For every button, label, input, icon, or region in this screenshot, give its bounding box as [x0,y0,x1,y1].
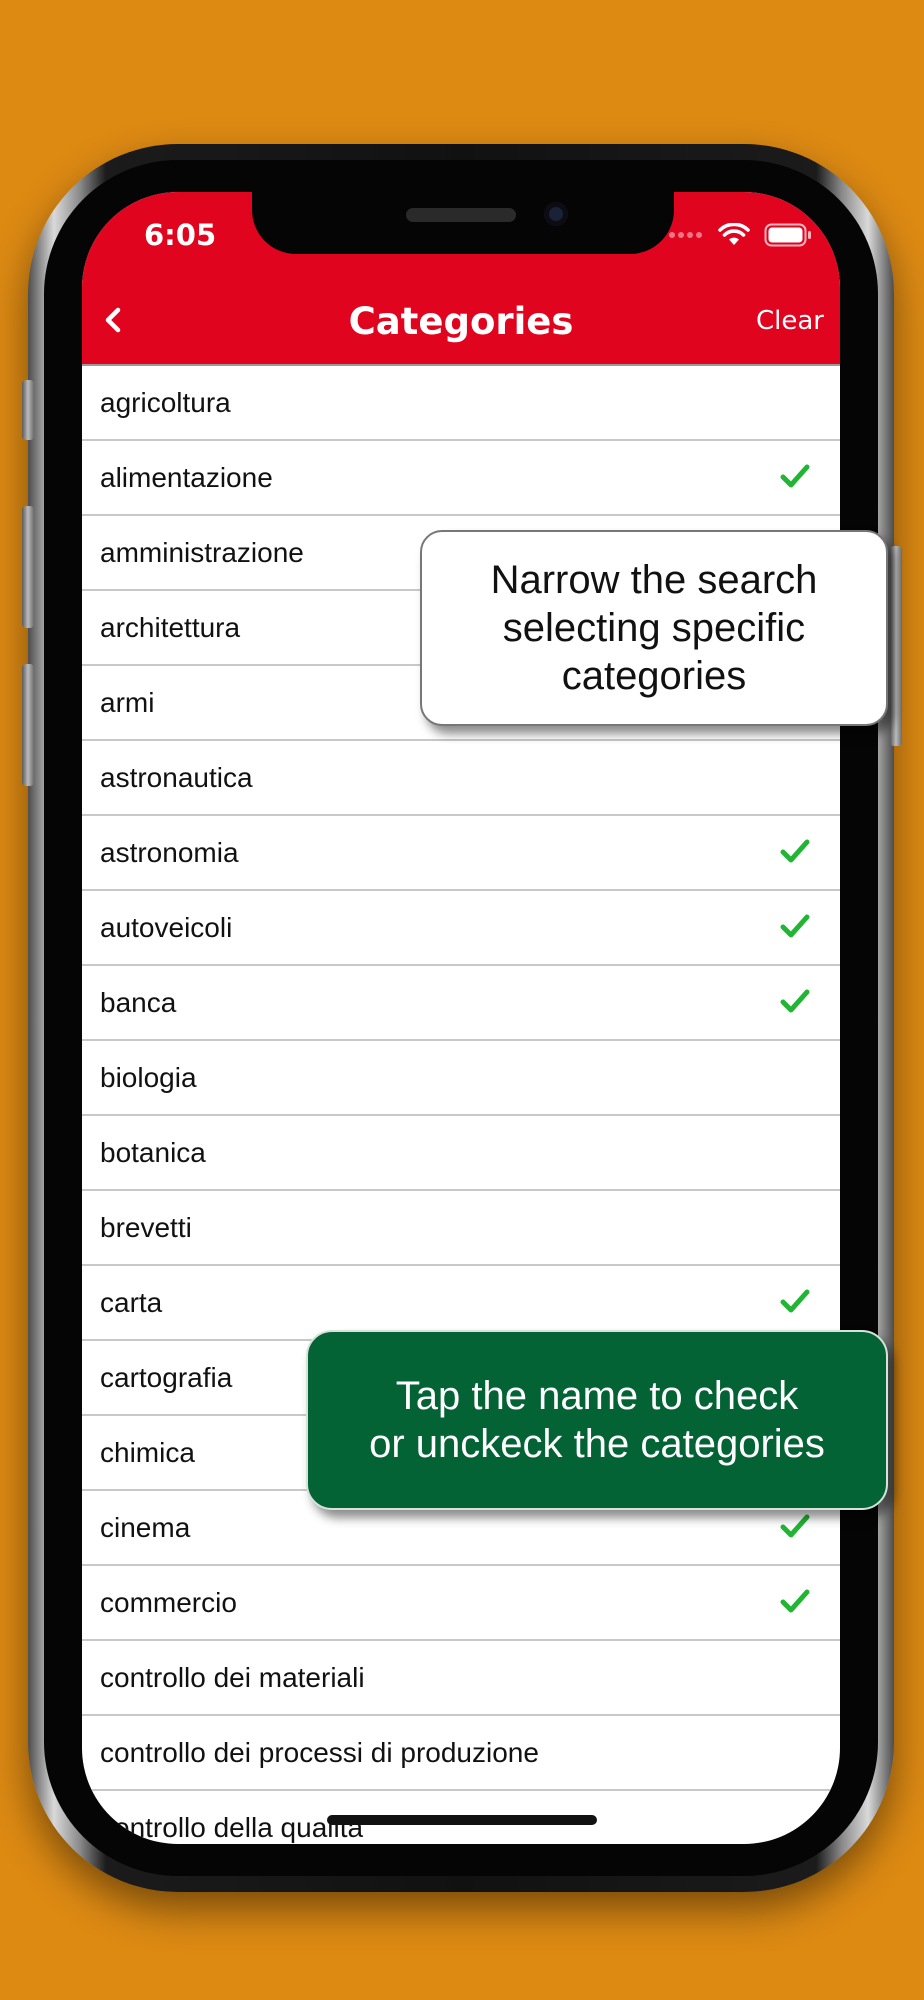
battery-icon [764,223,811,247]
category-label: chimica [100,1436,195,1468]
tip-callout-tap-name: Tap the name to check or unckeck the cat… [306,1330,888,1510]
category-label: botanica [100,1136,206,1168]
clear-button[interactable]: Clear [756,306,824,336]
category-label: commercio [100,1586,237,1618]
front-camera [544,202,568,226]
category-label: autoveicoli [100,911,233,943]
wifi-icon [718,223,750,245]
category-label: architettura [100,611,241,643]
category-label: alimentazione [100,461,273,493]
category-row[interactable]: biologia [82,1041,840,1116]
category-row[interactable]: astronautica [82,741,840,816]
phone-screen: 6:05 Categories Clear agricoltura alimen… [82,192,840,1844]
volume-up-button [22,506,34,628]
category-row[interactable]: commercio [82,1566,840,1641]
power-button [890,546,902,746]
status-time: 6:05 [144,218,217,252]
category-row[interactable]: autoveicoli [82,891,840,966]
category-row[interactable]: controllo dei materiali [82,1641,840,1716]
category-row[interactable]: botanica [82,1116,840,1191]
cellular-signal-icon [669,232,702,238]
checkmark-icon [780,1514,810,1538]
category-row[interactable]: controllo dei processi di produzione [82,1716,840,1791]
checkmark-icon [780,1589,810,1613]
category-label: controllo dei processi di produzione [100,1736,539,1768]
volume-down-button [22,664,34,786]
category-row[interactable]: alimentazione [82,441,840,516]
category-label: controllo della qualità [100,1811,364,1843]
checkmark-icon [780,464,810,488]
checkmark-icon [780,1289,810,1313]
category-label: astronomia [100,836,239,868]
category-label: biologia [100,1061,197,1093]
category-label: amministrazione [100,536,304,568]
category-label: astronautica [100,761,253,793]
category-label: carta [100,1286,163,1318]
category-row[interactable]: agricoltura [82,366,840,441]
category-label: armi [100,686,155,718]
category-label: agricoltura [100,386,231,418]
notch [252,192,674,254]
category-label: controllo dei materiali [100,1661,365,1693]
mute-switch [22,380,34,440]
checkmark-icon [780,914,810,938]
category-row[interactable]: astronomia [82,816,840,891]
status-icons [668,222,812,248]
home-indicator[interactable] [327,1815,597,1825]
category-row[interactable]: banca [82,966,840,1041]
speaker-grille [406,208,516,222]
tip-text-narrow-search: Narrow the search selecting specific cat… [490,558,818,698]
category-label: banca [100,986,177,1018]
checkmark-icon [780,989,810,1013]
page-title: Categories [348,300,574,343]
checkmark-icon [780,839,810,863]
category-row[interactable]: brevetti [82,1191,840,1266]
tip-callout-narrow-search: Narrow the search selecting specific cat… [420,530,888,726]
nav-bar: Categories Clear [82,288,840,364]
category-label: brevetti [100,1211,192,1243]
app-header: 6:05 Categories Clear [82,192,840,364]
category-label: cartografia [100,1361,233,1393]
category-label: cinema [100,1511,191,1543]
tip-text-tap-name: Tap the name to check or unckeck the cat… [369,1374,825,1466]
